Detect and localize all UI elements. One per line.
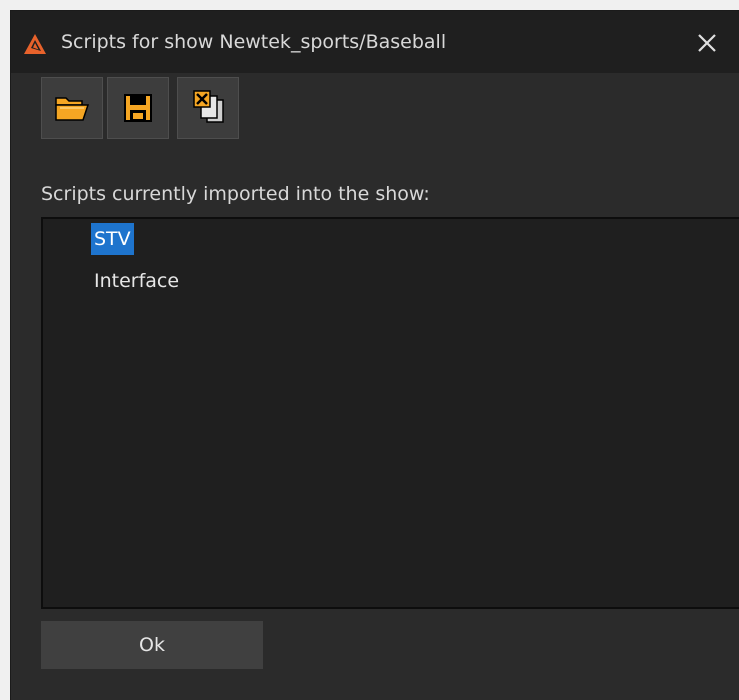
app-logo-icon — [24, 34, 46, 54]
scripts-dialog: Scripts for show Newtek_sports/Baseball — [10, 10, 739, 700]
open-folder-icon — [55, 97, 90, 121]
close-icon — [698, 34, 716, 52]
list-item-interface[interactable]: Interface — [91, 265, 182, 297]
list-item-stv[interactable]: STV — [91, 223, 134, 255]
save-script-button[interactable] — [107, 77, 169, 139]
ok-button[interactable]: Ok — [41, 621, 263, 669]
close-button[interactable] — [685, 21, 729, 65]
title-bar[interactable]: Scripts for show Newtek_sports/Baseball — [11, 11, 739, 73]
remove-script-icon — [193, 90, 224, 123]
remove-script-button[interactable] — [177, 77, 239, 139]
open-script-button[interactable] — [41, 77, 103, 139]
scripts-list-label: Scripts currently imported into the show… — [41, 183, 430, 205]
window-title: Scripts for show Newtek_sports/Baseball — [61, 31, 447, 53]
scripts-list[interactable]: STV Interface — [41, 217, 739, 609]
save-icon — [124, 94, 152, 122]
